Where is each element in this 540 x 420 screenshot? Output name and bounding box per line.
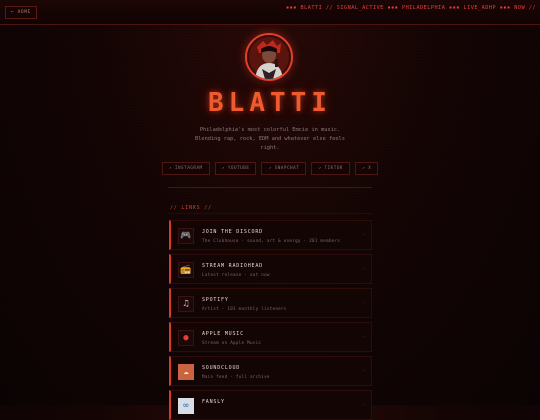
- soundcloud-icon: ☁: [178, 364, 194, 380]
- social-tiktok[interactable]: ↗ TIKTOK: [311, 162, 351, 175]
- fansly-icon: ∞: [178, 398, 194, 414]
- artist-bio: Philadelphia's most colorful Emcie in mu…: [195, 126, 345, 153]
- arrow-right-icon: →: [361, 232, 365, 238]
- link-discord[interactable]: 🎮 JOIN THE DISCORD The Clubhouse · sound…: [169, 220, 372, 250]
- social-instagram[interactable]: ↗ INSTAGRAM: [161, 162, 210, 175]
- bio-line: Philadelphia's most colorful Emcie in mu…: [199, 127, 341, 133]
- arrow-right-icon: →: [361, 300, 365, 306]
- social-youtube[interactable]: ↗ YOUTUBE: [214, 162, 257, 175]
- gamepad-icon: 🎮: [178, 228, 194, 244]
- music-note-icon: ♫: [178, 296, 194, 312]
- home-button[interactable]: ← HOME: [5, 6, 37, 19]
- link-title: SOUNDCLOUD: [202, 365, 241, 371]
- apple-icon: ●: [178, 330, 194, 346]
- bio-line: right.: [260, 145, 280, 151]
- arrow-right-icon: →: [361, 402, 365, 408]
- link-title: SPOTIFY: [202, 297, 229, 303]
- status-ticker: ▪▪▪ BLATTI // SIGNAL_ACTIVE ▪▪▪ PHILADEL…: [286, 5, 536, 11]
- arrow-right-icon: →: [361, 368, 365, 374]
- link-description: Latest release · out now: [202, 272, 270, 277]
- link-title: FANSLY: [202, 399, 225, 405]
- link-description: Stream on Apple Music: [202, 340, 262, 345]
- link-title: STREAM RADIOHEAD: [202, 263, 263, 269]
- artist-name: BLATTI: [208, 88, 332, 118]
- link-title: APPLE MUSIC: [202, 331, 244, 337]
- avatar-image: [247, 35, 291, 79]
- link-fansly[interactable]: ∞ FANSLY →: [169, 390, 372, 420]
- social-links: ↗ INSTAGRAM ↗ YOUTUBE ↗ SNAPCHAT ↗ TIKTO…: [0, 162, 540, 175]
- link-soundcloud[interactable]: ☁ SOUNDCLOUD Main feed · full archive →: [169, 356, 372, 386]
- social-snapchat[interactable]: ↗ SNAPCHAT: [261, 162, 307, 175]
- link-spotify[interactable]: ♫ SPOTIFY Artist · 101 monthly listeners…: [169, 288, 372, 318]
- avatar: [245, 33, 293, 81]
- link-title: JOIN THE DISCORD: [202, 229, 263, 235]
- arrow-right-icon: →: [361, 334, 365, 340]
- divider: [168, 187, 372, 188]
- link-radiohead[interactable]: 📻 STREAM RADIOHEAD Latest release · out …: [169, 254, 372, 284]
- link-apple-music[interactable]: ● APPLE MUSIC Stream on Apple Music →: [169, 322, 372, 352]
- link-description: Artist · 101 monthly listeners: [202, 306, 287, 311]
- arrow-right-icon: →: [361, 266, 365, 272]
- link-description: Main feed · full archive: [202, 374, 270, 379]
- social-x[interactable]: ↗ X: [355, 162, 379, 175]
- links-heading: // LINKS //: [170, 205, 212, 211]
- link-description: The Clubhouse · sound, art & energy · 20…: [202, 238, 341, 243]
- radio-icon: 📻: [178, 262, 194, 278]
- bio-line: Blending rap, rock, EDM and whatever els…: [195, 136, 345, 142]
- top-bar: ← HOME ▪▪▪ BLATTI // SIGNAL_ACTIVE ▪▪▪ P…: [0, 0, 540, 25]
- divider: [168, 213, 372, 214]
